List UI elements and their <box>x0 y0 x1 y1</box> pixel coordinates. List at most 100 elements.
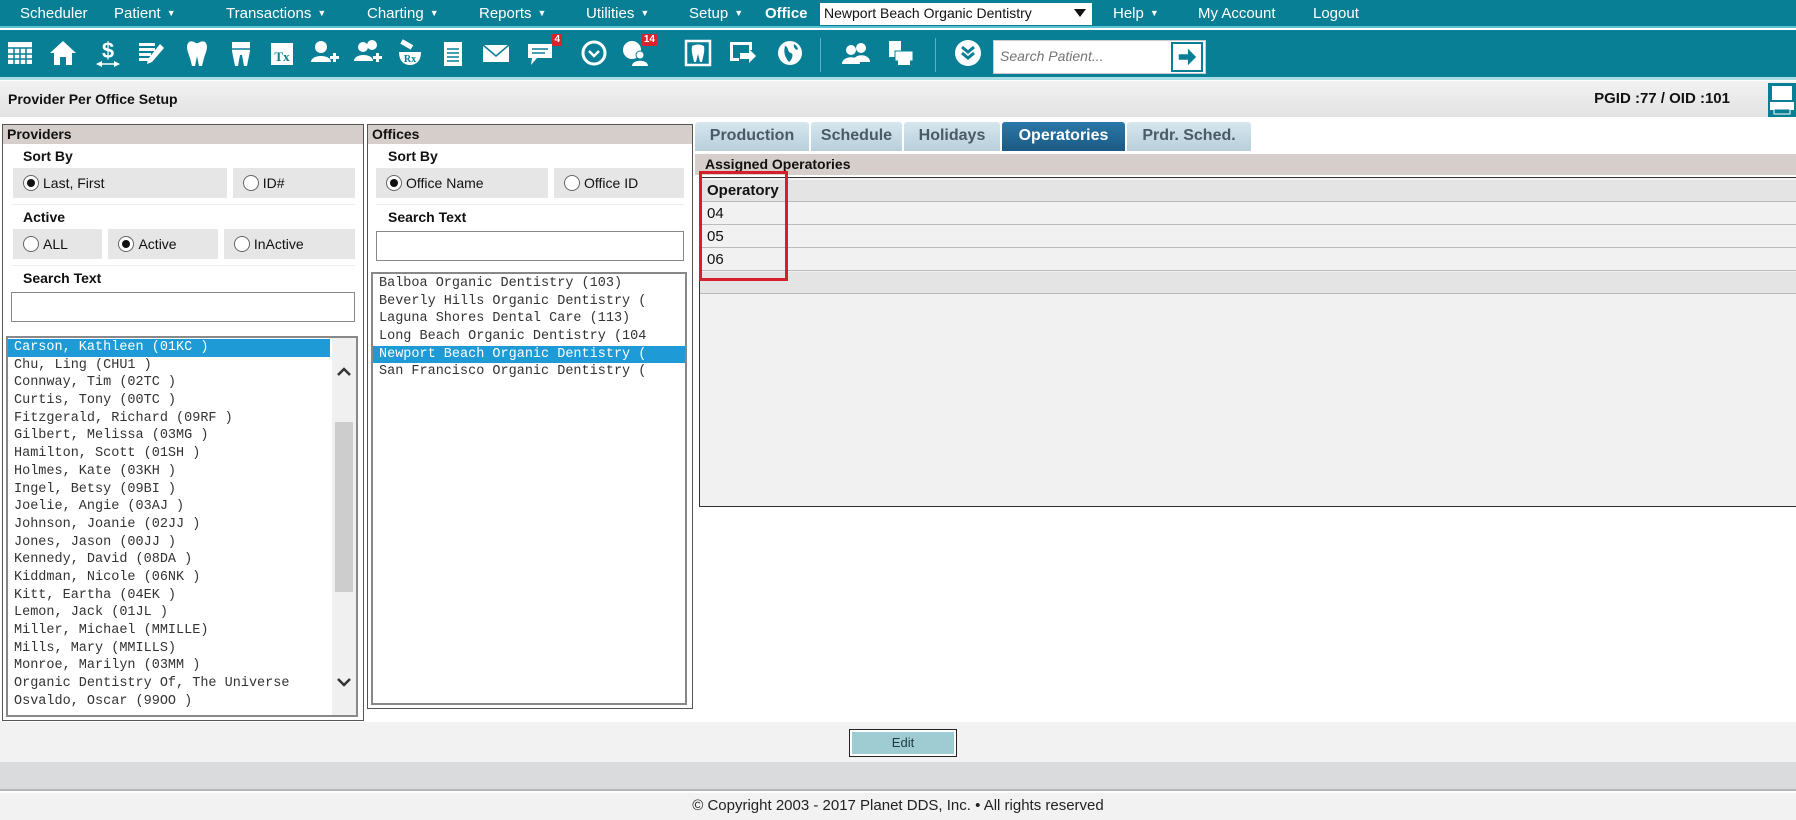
provider-item[interactable]: Miller, Michael (MMILLE) <box>8 622 330 640</box>
provider-item[interactable]: Chu, Ling (CHU1 ) <box>8 357 330 375</box>
tooth-icon[interactable] <box>181 37 213 69</box>
sort-last-first-radio[interactable]: Last, First <box>13 168 227 198</box>
providers-active-label: Active <box>23 209 66 225</box>
active-all-radio[interactable]: ALL <box>13 229 103 259</box>
export-screen-icon[interactable] <box>726 37 758 69</box>
providers-scrollbar[interactable] <box>332 338 356 715</box>
scroll-up-icon[interactable] <box>336 364 352 380</box>
search-patient-field <box>993 40 1206 74</box>
provider-item[interactable]: Monroe, Marilyn (03MM ) <box>8 657 330 675</box>
operatory-row[interactable]: 05 <box>700 226 1796 248</box>
sort-office-id-radio[interactable]: Office ID <box>554 168 684 198</box>
providers-list[interactable]: Carson, Kathleen (01KC ) Chu, Ling (CHU1 … <box>6 336 358 717</box>
add-patient-icon[interactable] <box>308 37 340 69</box>
offices-list[interactable]: Balboa Organic Dentistry (103) Beverly Hi… <box>371 272 687 705</box>
calendar-icon[interactable] <box>4 37 36 69</box>
provider-item[interactable]: Gilbert, Melissa (03MG ) <box>8 427 330 445</box>
office-item[interactable]: Beverly Hills Organic Dentistry ( <box>373 293 685 311</box>
menu-label: Patient <box>114 5 161 22</box>
office-item[interactable]: Laguna Shores Dental Care (113) <box>373 310 685 328</box>
online-users-badge: 14 <box>641 34 657 46</box>
crown-tooth-icon[interactable] <box>225 37 257 69</box>
office-item[interactable]: Newport Beach Organic Dentistry ( <box>373 345 685 364</box>
print-docs-icon[interactable] <box>884 37 916 69</box>
notepad-icon[interactable] <box>437 37 469 69</box>
treatment-tx-icon[interactable]: Tx <box>266 37 298 69</box>
radio-unchecked-icon <box>233 236 250 252</box>
provider-item[interactable]: Carson, Kathleen (01KC ) <box>8 339 330 357</box>
print-icon[interactable] <box>1768 83 1796 117</box>
assigned-operatories-panel: Assigned Operatories Operatory 04 05 06 <box>695 151 1796 507</box>
radio-unchecked-icon <box>564 175 580 191</box>
office-item[interactable]: Long Beach Organic Dentistry (104 <box>373 328 685 346</box>
search-patient-input[interactable] <box>994 41 1169 71</box>
sort-id-radio[interactable]: ID# <box>232 168 355 198</box>
scrollbar-thumb[interactable] <box>335 422 353 592</box>
operatory-column-header[interactable]: Operatory <box>700 180 1796 202</box>
menu-utilities[interactable]: Utilities ▼ <box>586 5 649 22</box>
menu-patient[interactable]: Patient ▼ <box>114 5 176 22</box>
active-inactive-radio[interactable]: InActive <box>223 229 355 259</box>
tab-schedule[interactable]: Schedule <box>811 122 902 151</box>
edit-button[interactable]: Edit <box>849 729 957 757</box>
menu-logout[interactable]: Logout <box>1313 5 1359 22</box>
add-family-icon[interactable] <box>352 37 384 69</box>
caret-down-icon: ▼ <box>166 8 176 18</box>
notes-edit-icon[interactable] <box>135 37 167 69</box>
provider-item[interactable]: Organic Dentistry Of, The Universe <box>8 675 330 693</box>
menu-reports[interactable]: Reports ▼ <box>479 5 546 22</box>
provider-item[interactable]: Hamilton, Scott (01SH ) <box>8 445 330 463</box>
sort-office-name-radio[interactable]: Office Name <box>376 168 548 198</box>
online-users-icon[interactable]: 14 <box>619 34 657 69</box>
provider-item[interactable]: Osvaldo, Oscar (99OO ) <box>8 693 330 711</box>
dollar-transfer-icon[interactable]: $ <box>92 37 124 69</box>
provider-item[interactable]: Kiddman, Nicole (06NK ) <box>8 569 330 587</box>
operatory-row[interactable]: 06 <box>700 249 1796 271</box>
provider-item[interactable]: Fitzgerald, Richard (09RF ) <box>8 410 330 428</box>
tooth-frame-icon[interactable] <box>682 37 714 69</box>
globe-icon[interactable] <box>774 37 806 69</box>
scroll-down-icon[interactable] <box>336 674 352 690</box>
arrow-right-icon <box>1178 48 1197 66</box>
provider-item[interactable]: Kennedy, David (08DA ) <box>8 551 330 569</box>
tab-operatories[interactable]: Operatories <box>1002 122 1125 151</box>
office-select[interactable]: Newport Beach Organic Dentistry <box>820 3 1092 25</box>
provider-item[interactable]: Mills, Mary (MMILLS) <box>8 640 330 658</box>
office-item[interactable]: Balboa Organic Dentistry (103) <box>373 275 685 293</box>
provider-item[interactable]: Holmes, Kate (03KH ) <box>8 463 330 481</box>
provider-item[interactable]: Joelie, Angie (03AJ ) <box>8 498 330 516</box>
menu-help[interactable]: Help ▼ <box>1113 5 1159 22</box>
menu-my-account[interactable]: My Account <box>1198 5 1276 22</box>
provider-item[interactable]: Connway, Tim (02TC ) <box>8 374 330 392</box>
menu-charting[interactable]: Charting ▼ <box>367 5 439 22</box>
tab-production[interactable]: Production <box>695 122 809 151</box>
menu-transactions[interactable]: Transactions ▼ <box>226 5 326 22</box>
caret-down-icon: ▼ <box>537 8 547 18</box>
office-item[interactable]: San Francisco Organic Dentistry ( <box>373 363 685 381</box>
mail-icon[interactable] <box>480 37 512 69</box>
office-select-value: Newport Beach Organic Dentistry <box>824 5 1032 21</box>
clock-icon[interactable] <box>578 37 610 69</box>
offices-search-input[interactable] <box>376 231 684 261</box>
provider-item[interactable]: Lemon, Jack (01JL ) <box>8 604 330 622</box>
expand-circle-icon[interactable] <box>952 37 984 69</box>
provider-rows: Carson, Kathleen (01KC ) Chu, Ling (CHU1 … <box>8 339 330 710</box>
tab-holidays[interactable]: Holidays <box>904 122 1000 151</box>
provider-item[interactable]: Johnson, Joanie (02JJ ) <box>8 516 330 534</box>
radio-unchecked-icon <box>242 175 259 191</box>
menu-scheduler[interactable]: Scheduler <box>20 5 88 22</box>
operatory-row[interactable]: 04 <box>700 203 1796 225</box>
active-active-radio[interactable]: Active <box>108 229 218 259</box>
provider-item[interactable]: Ingel, Betsy (09BI ) <box>8 481 330 499</box>
prescription-rx-icon[interactable]: Rx <box>394 37 426 69</box>
messages-icon[interactable]: 4 <box>524 34 562 69</box>
search-go-button[interactable] <box>1171 42 1203 72</box>
tab-provider-schedule[interactable]: Prdr. Sched. <box>1127 122 1251 151</box>
group-icon[interactable] <box>840 37 872 69</box>
provider-item[interactable]: Kitt, Eartha (04EK ) <box>8 587 330 605</box>
providers-search-input[interactable] <box>11 292 355 322</box>
provider-item[interactable]: Jones, Jason (00JJ ) <box>8 534 330 552</box>
home-icon[interactable] <box>47 37 79 69</box>
provider-item[interactable]: Curtis, Tony (00TC ) <box>8 392 330 410</box>
menu-setup[interactable]: Setup ▼ <box>689 5 743 22</box>
